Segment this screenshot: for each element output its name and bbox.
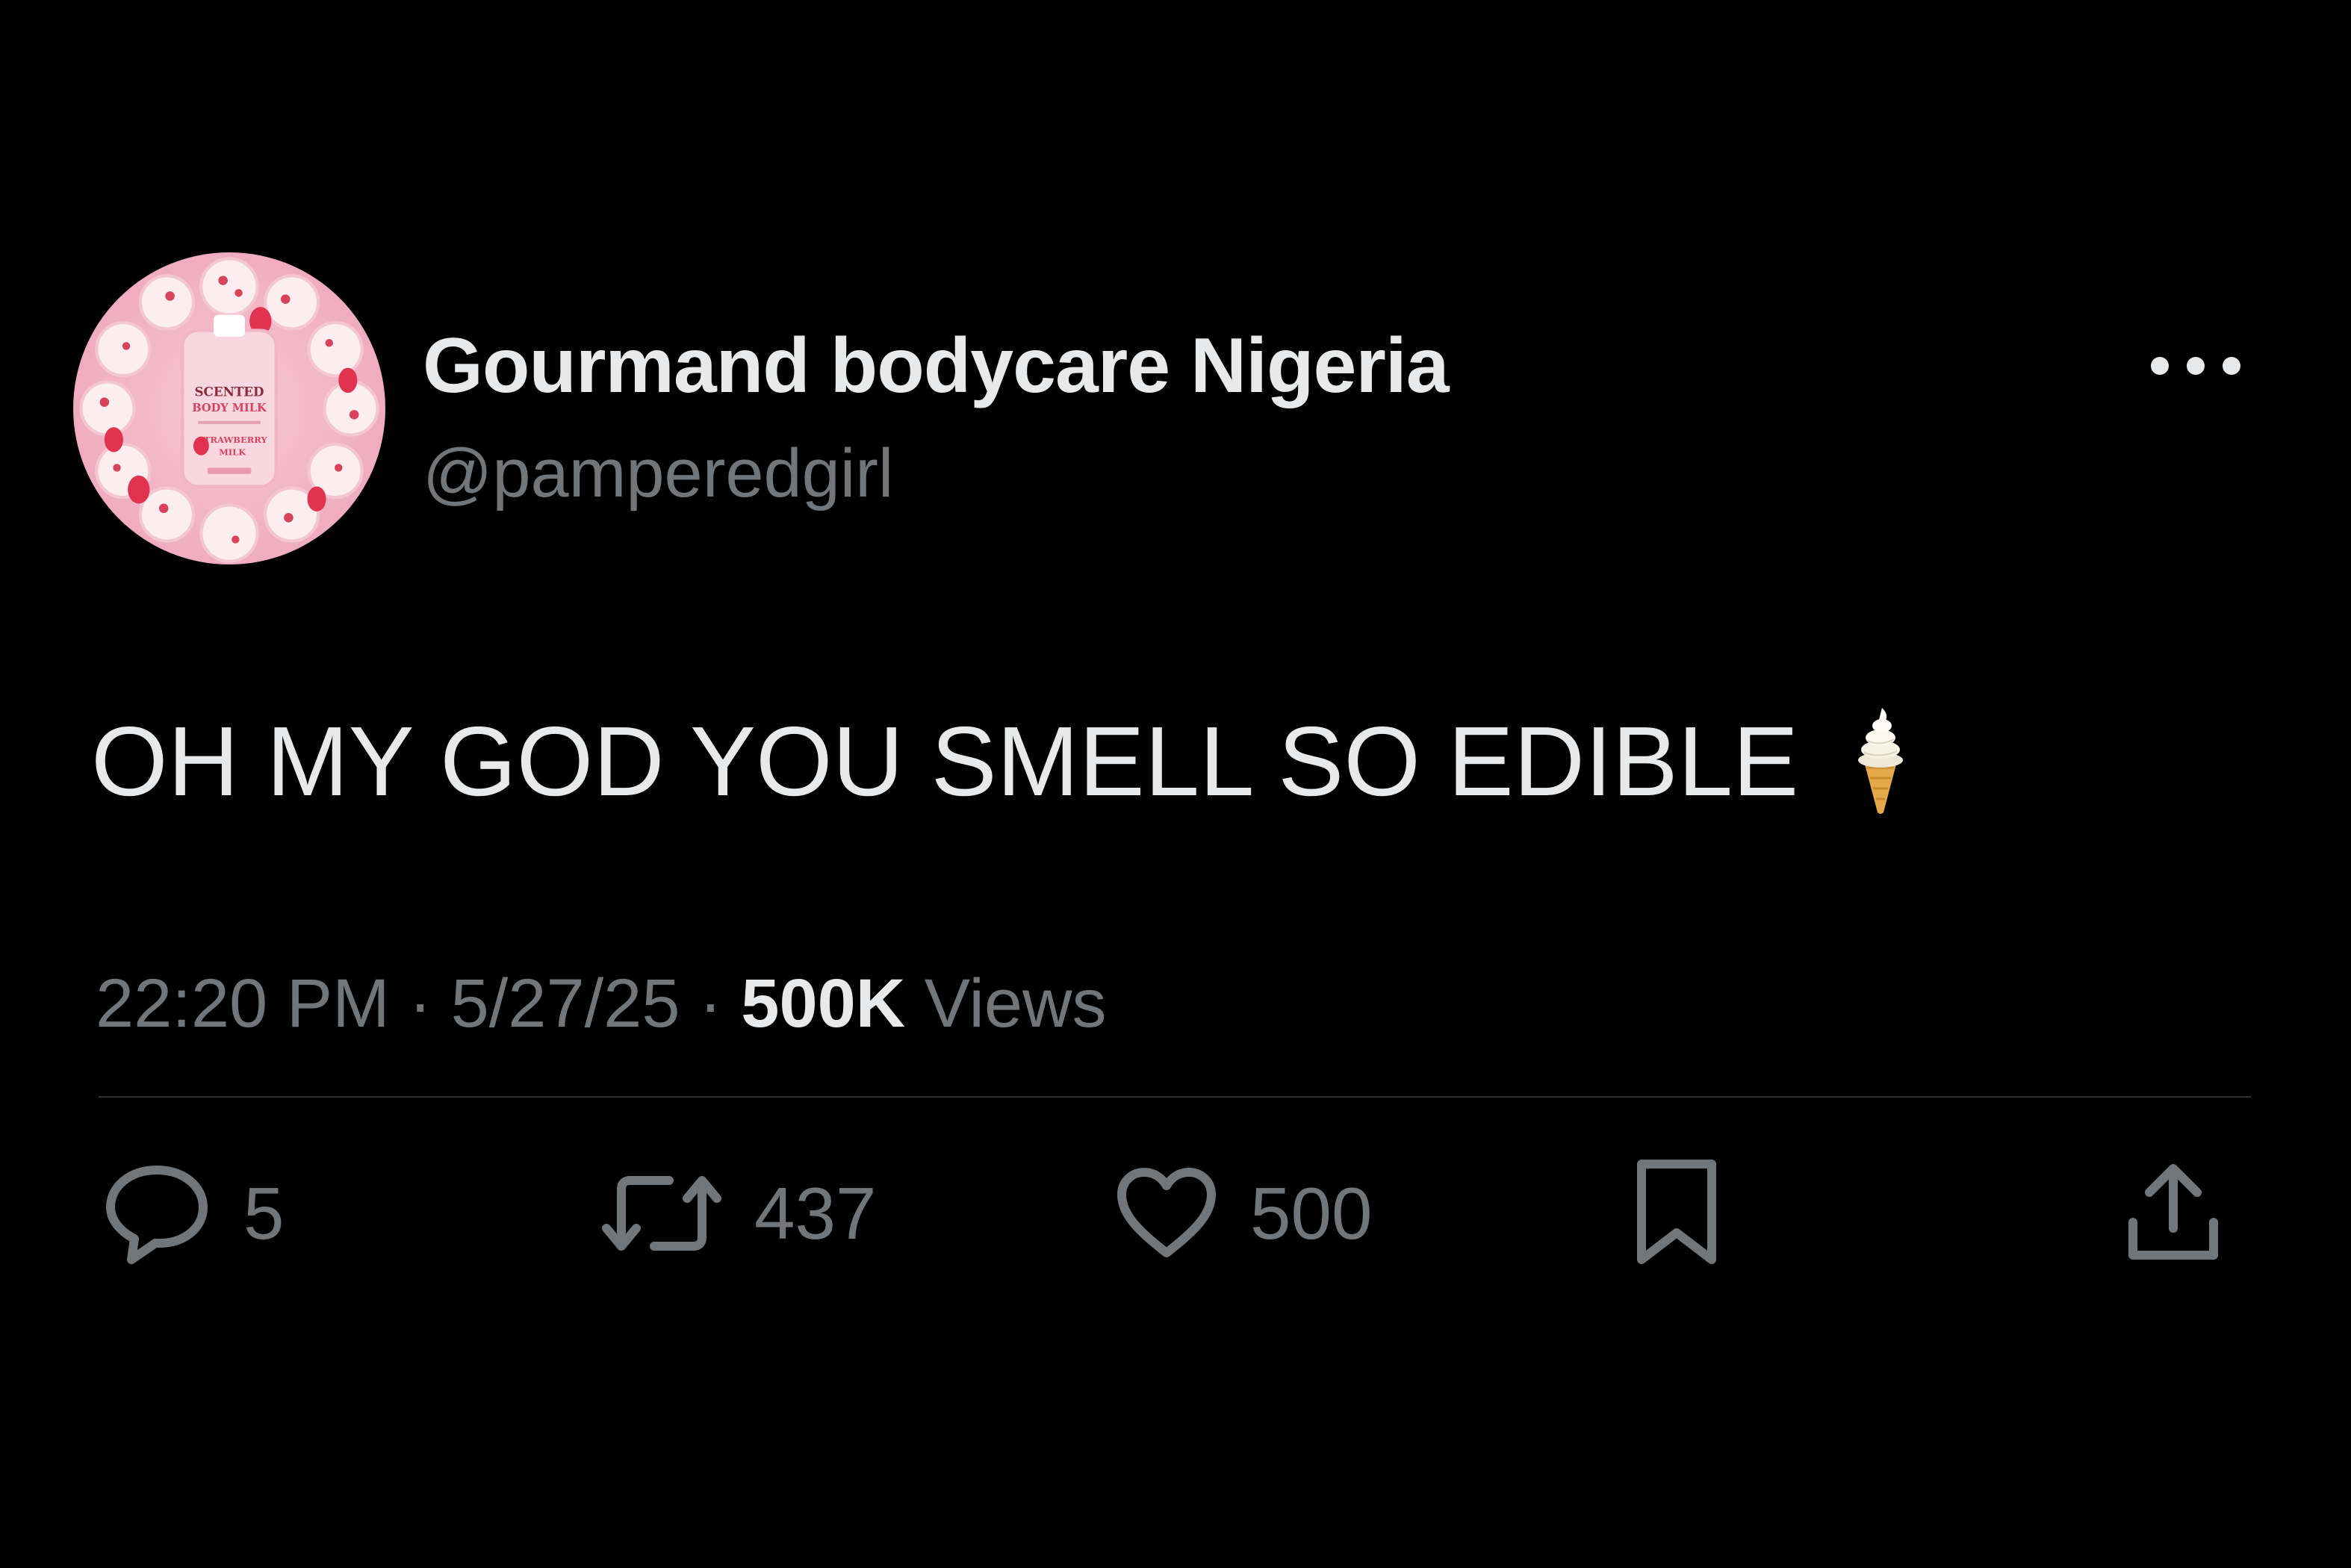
more-dot-icon bbox=[2223, 357, 2240, 375]
reply-button[interactable]: 5 bbox=[102, 1150, 285, 1277]
divider bbox=[99, 1096, 2251, 1098]
scented-body-milk-avatar: SCENTED BODY MILK STRAWBERRY MILK bbox=[73, 252, 385, 564]
more-dot-icon bbox=[2151, 357, 2169, 375]
bookmark-icon bbox=[1637, 1160, 1716, 1264]
like-count: 500 bbox=[1250, 1172, 1373, 1254]
tweet-time[interactable]: 22:20 PM bbox=[96, 965, 390, 1042]
meta-separator: · bbox=[680, 965, 742, 1042]
bookmark-button[interactable] bbox=[1633, 1150, 1721, 1277]
retweet-icon bbox=[602, 1176, 721, 1251]
reply-count: 5 bbox=[243, 1172, 285, 1254]
retweet-button[interactable]: 437 bbox=[600, 1150, 877, 1277]
display-name[interactable]: Gourmand bodycare Nigeria bbox=[423, 327, 1450, 405]
reply-icon bbox=[106, 1166, 208, 1264]
more-options-button[interactable] bbox=[2151, 345, 2240, 387]
views-label: Views bbox=[905, 965, 1107, 1042]
tweet-date[interactable]: 5/27/25 bbox=[451, 965, 680, 1042]
soft-ice-cream-icon bbox=[1843, 703, 1918, 815]
retweet-count: 437 bbox=[754, 1172, 877, 1254]
tweet-text: OH MY GOD YOU SMELL SO EDIBLE bbox=[91, 706, 1799, 816]
tweet-meta: 22:20 PM · 5/27/25 · 500K Views bbox=[96, 969, 1107, 1038]
avatar-text-2: BODY MILK bbox=[192, 402, 267, 414]
user-handle[interactable]: @pamperedgirl bbox=[423, 439, 893, 508]
views-count: 500K bbox=[741, 965, 906, 1042]
share-button[interactable] bbox=[2125, 1150, 2221, 1277]
avatar-text-1: SCENTED bbox=[194, 384, 264, 399]
tweet-text-container: OH MY GOD YOU SMELL SO EDIBLE bbox=[91, 703, 1918, 816]
more-dot-icon bbox=[2187, 357, 2205, 375]
avatar[interactable]: SCENTED BODY MILK STRAWBERRY MILK bbox=[73, 252, 385, 564]
meta-separator: · bbox=[389, 965, 451, 1042]
share-icon bbox=[2128, 1164, 2218, 1260]
like-button[interactable]: 500 bbox=[1114, 1150, 1373, 1277]
tweet: SCENTED BODY MILK STRAWBERRY MILK Gourma… bbox=[0, 0, 2351, 1568]
heart-icon bbox=[1117, 1168, 1216, 1257]
avatar-text-4: MILK bbox=[219, 447, 246, 458]
